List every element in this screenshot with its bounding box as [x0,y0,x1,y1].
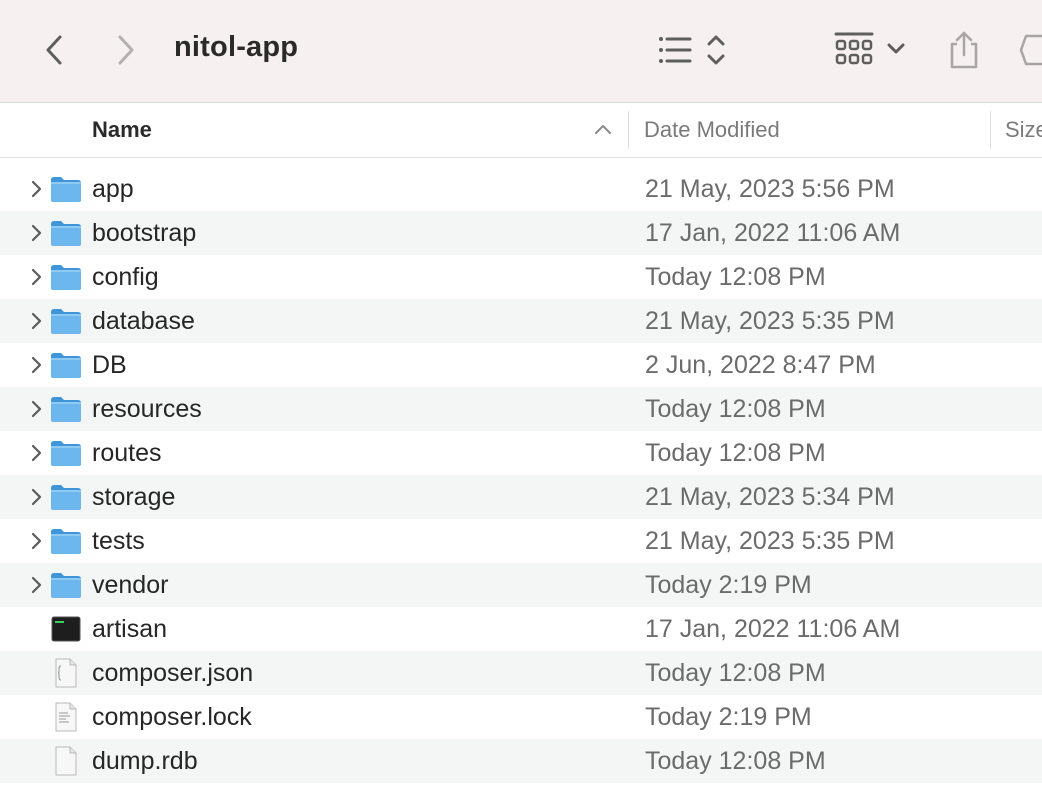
list-view-icon [659,35,725,65]
column-divider[interactable] [990,111,991,149]
folder-icon [50,394,82,424]
window-title: nitol-app [174,31,299,63]
file-list: app 21 May, 2023 5:56 PM bootstrap 17 Jan, … [0,167,1042,783]
column-date-modified[interactable]: Date Modified [644,117,780,143]
file-name: composer.lock [92,703,252,731]
file-name: bootstrap [92,219,197,247]
disclosure-chevron-icon[interactable] [26,179,46,199]
file-row[interactable]: composer.json Today 12:08 PM [0,651,1042,695]
folder-icon [50,262,82,292]
json-file-icon [50,658,82,688]
file-row[interactable]: config Today 12:08 PM [0,255,1042,299]
file-date-modified: Today 2:19 PM [645,571,812,599]
file-row[interactable]: composer.lock Today 2:19 PM [0,695,1042,739]
grid-group-icon [834,32,905,65]
file-name: composer.json [92,659,254,687]
file-row[interactable]: app 21 May, 2023 5:56 PM [0,167,1042,211]
terminal-executable-icon [50,614,82,644]
file-name: tests [92,527,145,555]
file-row[interactable]: database 21 May, 2023 5:35 PM [0,299,1042,343]
file-date-modified: Today 12:08 PM [645,263,826,291]
column-divider[interactable] [628,111,629,149]
file-name: config [92,263,159,291]
disclosure-chevron-icon[interactable] [26,399,46,419]
file-date-modified: 2 Jun, 2022 8:47 PM [645,351,876,379]
file-name: dump.rdb [92,747,198,775]
file-name: storage [92,483,176,511]
file-date-modified: 21 May, 2023 5:56 PM [645,175,895,203]
column-size[interactable]: Size [1005,117,1042,143]
file-date-modified: 21 May, 2023 5:35 PM [645,307,895,335]
disclosure-chevron-icon[interactable] [26,311,46,331]
file-date-modified: Today 12:08 PM [645,439,826,467]
document-icon [50,746,82,776]
group-button[interactable] [832,26,912,74]
disclosure-chevron-icon[interactable] [26,531,46,551]
file-row[interactable]: resources Today 12:08 PM [0,387,1042,431]
forward-button[interactable] [106,26,146,74]
folder-icon [50,174,82,204]
file-date-modified: Today 2:19 PM [645,703,812,731]
text-file-icon [50,702,82,732]
folder-icon [50,526,82,556]
file-date-modified: Today 12:08 PM [645,395,826,423]
share-icon [950,31,978,69]
file-name: vendor [92,571,169,599]
file-row[interactable]: DB 2 Jun, 2022 8:47 PM [0,343,1042,387]
sort-ascending-icon[interactable] [594,122,612,141]
file-name: DB [92,351,127,379]
file-date-modified: 21 May, 2023 5:35 PM [645,527,895,555]
file-row[interactable]: dump.rdb Today 12:08 PM [0,739,1042,783]
disclosure-chevron-icon[interactable] [26,443,46,463]
folder-icon [50,218,82,248]
file-row[interactable]: tests 21 May, 2023 5:35 PM [0,519,1042,563]
disclosure-chevron-icon[interactable] [26,223,46,243]
file-row[interactable]: artisan 17 Jan, 2022 11:06 AM [0,607,1042,651]
chevron-right-icon [118,35,134,65]
file-name: database [92,307,195,335]
file-name: routes [92,439,162,467]
file-name: resources [92,395,202,423]
disclosure-chevron-icon[interactable] [26,355,46,375]
folder-icon [50,350,82,380]
file-row[interactable]: vendor Today 2:19 PM [0,563,1042,607]
folder-icon [50,306,82,336]
file-row[interactable]: routes Today 12:08 PM [0,431,1042,475]
file-row[interactable]: storage 21 May, 2023 5:34 PM [0,475,1042,519]
folder-icon [50,438,82,468]
folder-icon [50,482,82,512]
file-name: artisan [92,615,168,643]
file-date-modified: 17 Jan, 2022 11:06 AM [645,219,901,247]
column-name[interactable]: Name [92,117,152,143]
view-options-button[interactable] [652,26,736,74]
column-header: Name Date Modified Size [0,103,1042,158]
file-row[interactable]: bootstrap 17 Jan, 2022 11:06 AM [0,211,1042,255]
tag-icon [1019,34,1042,66]
folder-icon [50,570,82,600]
file-date-modified: Today 12:08 PM [645,659,826,687]
chevron-left-icon [46,35,62,65]
file-date-modified: 17 Jan, 2022 11:06 AM [645,615,901,643]
toolbar: nitol-app [0,0,1042,103]
disclosure-chevron-icon[interactable] [26,575,46,595]
file-date-modified: 21 May, 2023 5:34 PM [645,483,895,511]
file-name: app [92,175,134,203]
share-button[interactable] [944,26,984,74]
tag-button[interactable] [1018,26,1042,74]
file-date-modified: Today 12:08 PM [645,747,826,775]
disclosure-chevron-icon[interactable] [26,487,46,507]
back-button[interactable] [34,26,74,74]
disclosure-chevron-icon[interactable] [26,267,46,287]
